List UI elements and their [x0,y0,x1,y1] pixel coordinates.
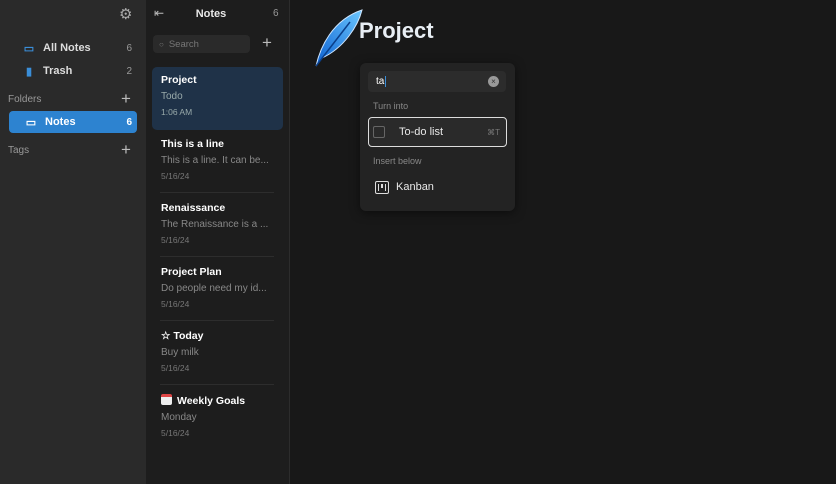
add-tag-plus-icon[interactable]: + [121,141,131,158]
calendar-icon [161,394,172,405]
note-count: 6 [273,8,279,19]
note-date: 5/16/24 [161,235,190,245]
clear-icon[interactable]: × [488,76,499,87]
folders-heading: Folders [8,94,42,105]
kanban-option[interactable]: Kanban [368,175,507,199]
note-title: Project [161,74,197,86]
note-date: 1:06 AM [161,107,193,117]
sidebar: ⚙ ▭ All Notes 6 ▮ Trash 2 Folders + ▭ No… [0,0,146,484]
note-snippet: Buy milk [161,347,199,358]
note-snippet: Do people need my id... [161,283,267,294]
block-command-popup: ta × Turn into To-do list ⌘T Insert belo… [360,63,515,211]
note-title: Weekly Goals [177,395,246,407]
divider [160,256,274,257]
note-title-heading[interactable]: Project [359,18,434,44]
search-input[interactable]: ○ Search [153,35,250,53]
folder-icon: ▭ [23,42,35,55]
sidebar-item-all-notes[interactable]: ▭ All Notes 6 [9,37,137,59]
checkbox-icon [373,126,385,138]
search-icon: ○ [159,39,164,49]
note-item[interactable]: Renaissance The Renaissance is a ... 5/16/… [152,195,283,258]
shortcut: ⌘T [487,127,500,137]
count: 2 [126,65,132,77]
kanban-icon [375,180,389,194]
note-item[interactable]: ☆ Today Buy milk 5/16/24 [152,323,283,386]
note-title: This is a line [161,138,225,150]
list-title: Notes [195,8,227,20]
sidebar-item-notes-folder[interactable]: ▭ Notes 6 [9,111,137,133]
insert-below-heading: Insert below [373,156,422,166]
text-cursor [385,76,387,87]
note-snippet: Todo [161,91,183,102]
command-search-input[interactable]: ta × [368,71,506,92]
divider [160,320,274,321]
note-item[interactable]: This is a line This is a line. It can be.… [152,131,283,194]
new-note-plus-icon[interactable]: + [262,34,272,51]
note-item[interactable]: Weekly Goals Monday 5/16/24 [152,387,283,450]
sidebar-item-label: Notes [45,116,76,128]
divider [160,384,274,385]
search-placeholder: Search [168,38,199,50]
folder-icon: ▭ [25,116,37,129]
note-item[interactable]: Project Plan Do people need my id... 5/16/… [152,259,283,322]
add-folder-plus-icon[interactable]: + [121,90,131,107]
option-label: To-do list [399,126,444,138]
sidebar-item-label: Trash [43,65,73,77]
note-snippet: Monday [161,412,197,423]
query-text: ta [376,76,385,87]
settings-gear-icon[interactable]: ⚙ [119,5,132,23]
sidebar-item-label: All Notes [43,42,91,54]
count: 6 [126,116,132,128]
note-snippet: This is a line. It can be... [161,155,269,166]
sidebar-item-trash[interactable]: ▮ Trash 2 [9,60,137,82]
count: 6 [126,42,132,54]
note-title: Project Plan [161,266,222,278]
tags-heading: Tags [8,145,30,156]
note-title: Renaissance [161,202,226,214]
note-snippet: The Renaissance is a ... [161,219,269,230]
divider [160,192,274,193]
note-title: ☆ Today [161,330,204,342]
trash-icon: ▮ [25,65,33,78]
note-date: 5/16/24 [161,299,190,309]
option-label: Kanban [396,181,434,193]
note-item[interactable]: Project Todo 1:06 AM [152,67,283,130]
note-date: 5/16/24 [161,428,190,438]
note-date: 5/16/24 [161,171,190,181]
todo-list-option[interactable]: To-do list ⌘T [368,117,507,147]
note-date: 5/16/24 [161,363,190,373]
turn-into-heading: Turn into [373,101,409,111]
